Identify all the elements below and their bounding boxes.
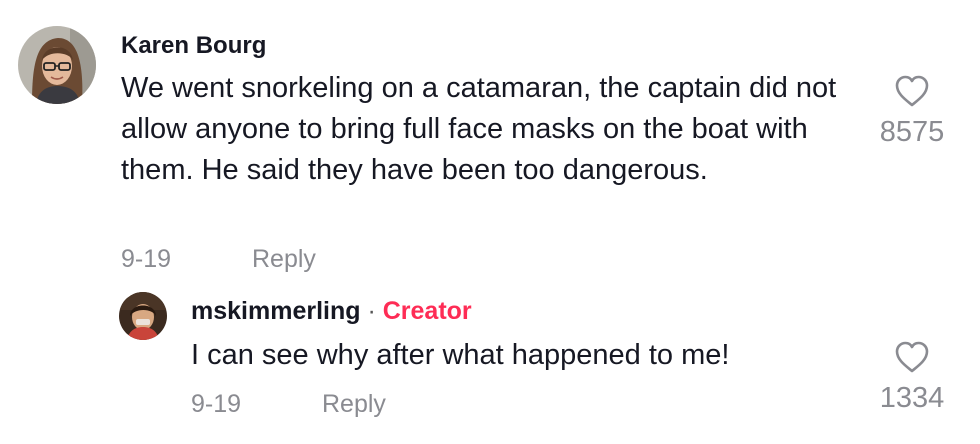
reply-avatar[interactable] [119,292,167,340]
like-count: 8575 [879,116,945,148]
reply-date: 9-19 [191,390,242,418]
reply-to-reply-button[interactable]: Reply [322,390,386,419]
separator-dot: · [360,297,383,325]
avatar[interactable] [18,26,96,104]
avatar-image [18,26,96,104]
reply-text: I can see why after what happened to me! [191,339,730,371]
avatar-image [119,292,167,340]
reply-like-group: 1334 [867,340,957,415]
comment-text: We went snorkeling on a catamaran, the c… [121,72,837,186]
reply-button[interactable]: Reply [252,245,316,274]
heart-outline-icon[interactable] [894,74,930,108]
reply-username[interactable]: mskimmerling [191,297,361,325]
comment-date: 9-19 [121,245,172,273]
like-group: 8575 [867,74,957,149]
comment-username[interactable]: Karen Bourg [121,32,266,60]
reply-like-count: 1334 [879,382,945,414]
reply-header: mskimmerling · Creator [191,297,472,326]
creator-badge: Creator [382,297,472,325]
heart-outline-icon[interactable] [894,340,930,374]
